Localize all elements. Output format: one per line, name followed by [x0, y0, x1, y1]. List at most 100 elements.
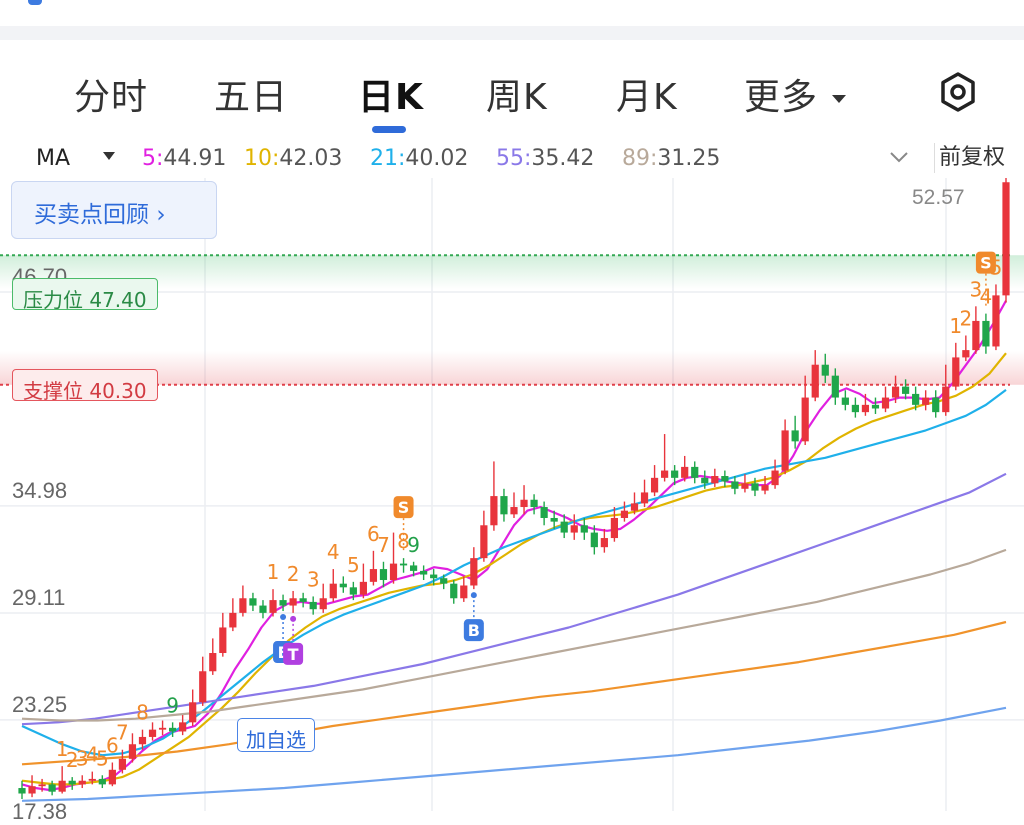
- tab-weekly-k[interactable]: 周K: [486, 68, 548, 120]
- candle-body: [871, 404, 880, 409]
- candle-body: [891, 386, 900, 398]
- candle-body: [420, 570, 428, 575]
- candle-body: [550, 517, 558, 522]
- candle-body: [781, 430, 789, 471]
- candle-body: [761, 485, 769, 491]
- candle-body: [620, 510, 629, 518]
- support-tag[interactable]: 支撑位 40.30: [12, 369, 158, 403]
- candle-body: [600, 538, 608, 548]
- y-tick-34-98: 34.98: [12, 477, 68, 503]
- candle-body: [169, 727, 177, 732]
- chevron-down-icon[interactable]: [888, 150, 910, 164]
- signal-dot: [280, 614, 287, 621]
- candle-body: [118, 758, 127, 770]
- chevron-right-icon: ›: [156, 202, 166, 228]
- candle-body: [48, 784, 56, 792]
- candle-body: [148, 729, 157, 737]
- candle-body: [279, 600, 287, 606]
- candle-body: [962, 350, 970, 358]
- candle-body: [540, 507, 548, 518]
- y-tick-17-38: 17.38: [12, 799, 68, 824]
- ma21-readout: 21:40.02: [370, 146, 468, 171]
- ma10-readout: 10:42.03: [244, 146, 342, 171]
- candle-body: [932, 397, 940, 413]
- indicator-caret-icon[interactable]: [103, 152, 115, 160]
- ma21-label: 21:: [370, 146, 406, 171]
- tab-minute[interactable]: 分时: [74, 68, 148, 120]
- candle-body: [801, 397, 809, 442]
- candle-body: [379, 569, 388, 581]
- candle-body: [691, 466, 699, 478]
- candle-body: [580, 525, 588, 533]
- candle-body: [88, 778, 96, 781]
- top-accent: [28, 0, 42, 5]
- trade-review-button[interactable]: 买卖点回顾 ›: [11, 181, 217, 239]
- candle-body: [78, 780, 86, 785]
- resistance-tag[interactable]: 压力位 47.40: [12, 278, 158, 312]
- candle-body: [249, 598, 257, 606]
- indicator-name[interactable]: MA: [36, 146, 70, 171]
- candle-body: [490, 496, 498, 526]
- candle-body: [942, 386, 950, 413]
- candle-body: [239, 598, 247, 613]
- candle-body: [590, 532, 598, 548]
- signal-dot: [470, 592, 477, 599]
- active-tab-indicator: [372, 126, 406, 133]
- candle-body: [460, 585, 468, 599]
- ma55-readout: 55:35.42: [496, 146, 594, 171]
- candle-body: [389, 563, 398, 581]
- ma89-label: 89:: [622, 146, 658, 171]
- candle-body: [992, 295, 1000, 347]
- candle-body: [430, 574, 438, 579]
- candle-body: [209, 653, 217, 672]
- candle-body: [881, 397, 890, 409]
- candle-body: [701, 477, 709, 484]
- candle-body: [158, 727, 167, 730]
- adjust-mode-label[interactable]: 前复权: [934, 143, 1005, 173]
- candle-body: [861, 404, 870, 413]
- tab-monthly-k[interactable]: 月K: [616, 68, 678, 120]
- candle-body: [530, 499, 538, 508]
- candle-body: [349, 587, 357, 595]
- candle-body: [179, 722, 187, 732]
- kline-chart[interactable]: 123456781234567812345699SBETS: [0, 178, 1024, 811]
- candle-body: [450, 583, 458, 599]
- ma89-readout: 89:31.25: [622, 146, 720, 171]
- tab-more-label: 更多: [744, 77, 819, 118]
- candle-body: [440, 578, 448, 584]
- tab-daily-k[interactable]: 日K: [358, 68, 424, 120]
- td-count-orange: 2: [959, 307, 972, 331]
- candle-body: [470, 558, 478, 586]
- candle-body: [108, 769, 116, 785]
- add-watchlist-button[interactable]: 加自选: [237, 718, 315, 752]
- candle-body: [399, 563, 408, 566]
- ma55-label: 55:: [496, 146, 532, 171]
- signal-label: B: [468, 621, 480, 640]
- candle-body: [98, 778, 106, 785]
- candle-body: [841, 397, 849, 405]
- tab-five-day[interactable]: 五日: [214, 68, 288, 120]
- ma5-value: 44.91: [163, 146, 227, 171]
- candle-body: [199, 671, 207, 703]
- top-strip: [0, 0, 1024, 26]
- candle-body: [661, 470, 669, 478]
- candle-body: [560, 521, 568, 533]
- candle-body: [138, 736, 147, 745]
- y-tick-29-11: 29.11: [12, 584, 66, 610]
- ma-line-extra-6: [21, 706, 1007, 802]
- candle-body: [851, 404, 859, 413]
- candle-body: [751, 483, 759, 491]
- tab-more[interactable]: 更多: [744, 68, 847, 120]
- td-count-orange: 7: [116, 721, 129, 745]
- candle-body: [831, 375, 839, 398]
- td-count-orange: 7: [377, 533, 390, 557]
- candle-body: [500, 496, 508, 515]
- candle-body: [901, 386, 910, 394]
- signal-label: S: [980, 254, 992, 273]
- caret-down-icon: [832, 95, 847, 103]
- settings-icon[interactable]: [936, 70, 980, 114]
- ma55-value: 35.42: [531, 146, 595, 171]
- candle-body: [681, 466, 689, 478]
- period-tabs: 分时 五日 日K 周K 月K 更多: [0, 40, 1024, 136]
- candle-body: [269, 600, 277, 613]
